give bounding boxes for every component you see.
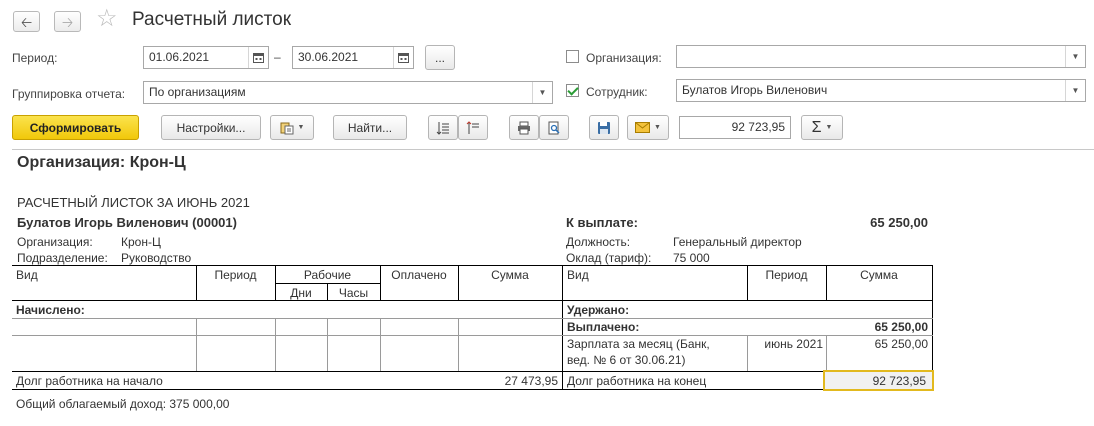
dropdown-arrow-icon[interactable]: ▼: [1065, 80, 1085, 101]
period-select-label: ...: [434, 50, 445, 65]
calendar-icon[interactable]: [393, 47, 413, 68]
caret-down-icon: ▼: [297, 124, 305, 131]
employee-label: Сотрудник:: [586, 85, 648, 99]
envelope-icon: [635, 122, 651, 133]
employee-field[interactable]: Булатов Игорь Виленович ▼: [676, 79, 1086, 102]
debt-end-value: 92 723,95: [872, 374, 926, 388]
date-from-field[interactable]: 01.06.2021: [143, 46, 269, 69]
settings-button[interactable]: Настройки...: [161, 115, 261, 140]
paid-row-kind-line1: Зарплата за месяц (Банк,: [567, 337, 710, 351]
col-paid-header: Оплачено: [391, 268, 447, 282]
date-to-field[interactable]: 30.06.2021: [292, 46, 414, 69]
position-label: Должность:: [566, 235, 631, 249]
floppy-disk-icon: [598, 121, 610, 134]
find-label: Найти...: [347, 120, 393, 135]
grouping-select[interactable]: По организациям ▼: [143, 81, 553, 104]
employee-value: Булатов Игорь Виленович: [682, 83, 828, 97]
forward-button[interactable]: 🡢: [54, 11, 81, 32]
print-button[interactable]: [509, 115, 539, 140]
org-label: Организация:: [17, 235, 93, 249]
dept-value: Руководство: [121, 251, 192, 265]
debt-start-label: Долг работника на начало: [16, 374, 163, 388]
arrow-left-icon: 🡠: [20, 13, 33, 30]
period-dash: –: [274, 50, 281, 64]
preview-button[interactable]: [539, 115, 569, 140]
dropdown-arrow-icon[interactable]: ▼: [532, 82, 552, 103]
debt-end-label: Долг работника на конец: [567, 374, 707, 388]
withheld-section-label: Удержано:: [567, 303, 630, 317]
selected-sum-value: 92 723,95: [731, 120, 785, 134]
taxable-income: Общий облагаемый доход: 375 000,00: [16, 397, 230, 411]
col-hours-header: Часы: [338, 286, 369, 300]
paid-row-kind-line2: вед. № 6 от 30.06.21): [567, 353, 686, 367]
calendar-icon[interactable]: [248, 47, 268, 68]
collapse-groups-icon: [466, 120, 479, 134]
date-from-value: 01.06.2021: [149, 50, 210, 64]
generate-button[interactable]: Сформировать: [12, 115, 139, 140]
employee-checkbox[interactable]: [566, 84, 579, 97]
favorite-star-icon[interactable]: ☆: [96, 7, 118, 31]
save-button[interactable]: [589, 115, 619, 140]
col-withheld-sum-header: Сумма: [860, 268, 898, 282]
col-withheld-kind-header: Вид: [567, 268, 589, 282]
caret-down-icon: ▼: [654, 124, 661, 131]
grouping-value: По организациям: [149, 85, 246, 99]
caret-down-icon: ▼: [825, 124, 833, 131]
paid-section-label: Выплачено:: [567, 320, 640, 334]
report-variant-icon: [280, 122, 294, 134]
salary-label: Оклад (тариф):: [566, 251, 652, 265]
col-sum-header: Сумма: [491, 268, 529, 282]
printer-icon: [518, 121, 530, 134]
variant-menu-button[interactable]: ▼: [270, 115, 314, 140]
col-worked-header: Рабочие: [303, 268, 352, 282]
accrued-section-label: Начислено:: [16, 303, 85, 317]
paid-section-total: 65 250,00: [874, 320, 928, 334]
report-divider: [12, 149, 1094, 150]
to-pay-value: 65 250,00: [870, 215, 928, 230]
expand-groups-button[interactable]: [428, 115, 458, 140]
debt-start-value: 27 473,95: [504, 374, 558, 388]
expand-groups-icon: [436, 121, 449, 135]
organization-field[interactable]: ▼: [676, 45, 1086, 68]
col-kind-header: Вид: [16, 268, 38, 282]
position-value: Генеральный директор: [673, 235, 802, 249]
debt-end-cell[interactable]: 92 723,95: [823, 370, 934, 391]
date-to-value: 30.06.2021: [298, 50, 359, 64]
report-title: РАСЧЕТНЫЙ ЛИСТОК ЗА ИЮНЬ 2021: [17, 195, 250, 210]
generate-label: Сформировать: [29, 120, 122, 135]
report-org-title: Организация: Крон-Ц: [17, 154, 186, 171]
collapse-groups-button[interactable]: [458, 115, 488, 140]
sigma-icon: Σ: [811, 118, 822, 136]
col-withheld-period-header: Период: [765, 268, 808, 282]
to-pay-label: К выплате:: [566, 215, 638, 230]
paid-row-sum: 65 250,00: [874, 337, 928, 351]
arrow-right-icon: 🡢: [61, 13, 74, 30]
dropdown-arrow-icon[interactable]: ▼: [1065, 46, 1085, 67]
org-value: Крон-Ц: [121, 235, 161, 249]
organization-label: Организация:: [586, 51, 662, 65]
dept-label: Подразделение:: [17, 251, 108, 265]
employee-name: Булатов Игорь Виленович (00001): [17, 215, 237, 230]
settings-label: Настройки...: [176, 120, 246, 135]
col-days-header: Дни: [290, 286, 312, 300]
salary-value: 75 000: [673, 251, 710, 265]
organization-checkbox[interactable]: [566, 50, 579, 63]
window-title: Расчетный листок: [132, 9, 292, 30]
aggregate-function-button[interactable]: Σ ▼: [801, 115, 843, 140]
paid-row-period: июнь 2021: [764, 337, 823, 351]
back-button[interactable]: 🡠: [13, 11, 40, 32]
col-period-header: Период: [214, 268, 257, 282]
period-select-button[interactable]: ...: [425, 45, 455, 70]
send-email-button[interactable]: ▼: [627, 115, 669, 140]
period-label: Период:: [12, 51, 58, 65]
selected-sum-field: 92 723,95: [679, 116, 791, 139]
grouping-label: Группировка отчета:: [12, 87, 126, 101]
print-preview-icon: [548, 121, 560, 134]
find-button[interactable]: Найти...: [333, 115, 407, 140]
